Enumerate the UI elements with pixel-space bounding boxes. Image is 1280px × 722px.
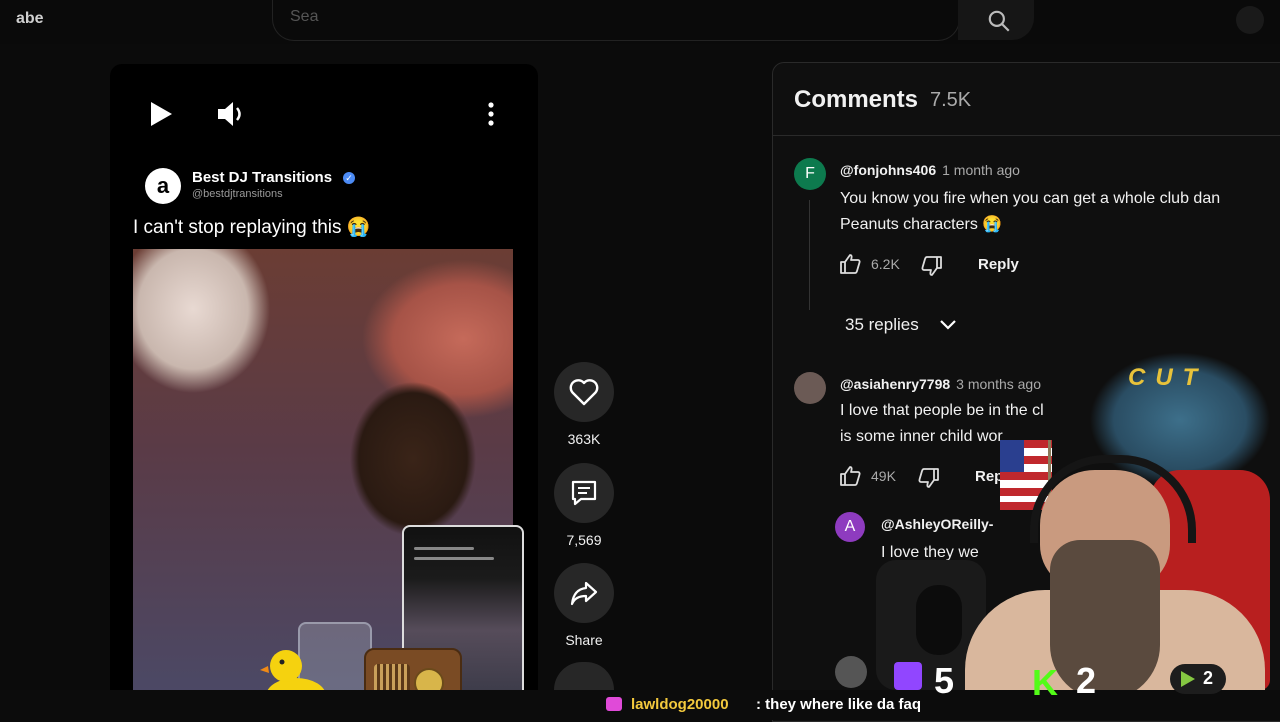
- pip-text-line: [414, 557, 494, 560]
- divider: [773, 135, 1280, 136]
- chevron-down-icon[interactable]: [938, 317, 958, 333]
- show-replies-button[interactable]: 35 replies: [845, 315, 919, 335]
- twitch-icon: [894, 662, 922, 690]
- comment-count: 7,569: [566, 532, 602, 548]
- share-icon: [570, 581, 598, 606]
- comment-text: is some inner child wor: [840, 428, 1003, 445]
- comments-button[interactable]: [554, 463, 614, 523]
- comment-text: I love that people be in the cl: [840, 402, 1044, 419]
- cut-logo-text: CUT: [1128, 364, 1208, 391]
- kick-icon: K: [1032, 662, 1058, 703]
- search-input[interactable]: [272, 0, 960, 41]
- channel-handle: @bestdjtransitions: [192, 188, 283, 200]
- comment-icon: [571, 480, 597, 506]
- comment-time: 3 months ago: [956, 376, 1042, 392]
- comments-count: 7.5K: [930, 89, 972, 111]
- share-label: Share: [565, 632, 603, 648]
- comment-text: You know you fire when you can get a who…: [840, 190, 1221, 207]
- streamer-beard: [1050, 540, 1160, 700]
- thread-line: [809, 200, 810, 310]
- comment-time: 1 month ago: [942, 162, 1020, 178]
- like-button[interactable]: [554, 362, 614, 422]
- comments-title: Comments: [794, 86, 919, 113]
- thumbs-up-icon[interactable]: [838, 464, 862, 488]
- microphone: [916, 585, 962, 655]
- reply-button[interactable]: Reply: [978, 256, 1019, 273]
- share-button[interactable]: [554, 563, 614, 623]
- channel-avatar[interactable]: a: [145, 168, 181, 204]
- comment-like-count: 49K: [871, 468, 896, 484]
- comment-author[interactable]: @fonjohns406 1 month ago: [840, 162, 1020, 178]
- account-icon[interactable]: [1236, 6, 1264, 34]
- remix-button[interactable]: [554, 662, 614, 690]
- search-placeholder: Sea: [290, 8, 319, 25]
- reply-author[interactable]: @AshleyOReilly-: [881, 516, 993, 532]
- verified-badge-icon: ✓: [343, 172, 355, 184]
- rumble-play-icon: [1181, 671, 1195, 687]
- twitch-viewer-count: 5: [934, 660, 955, 701]
- comment-avatar[interactable]: F: [794, 158, 826, 190]
- rumble-viewer-count: 2: [1203, 668, 1214, 688]
- kick-viewer-count: 2: [1076, 660, 1097, 701]
- comment-like-count: 6.2K: [871, 256, 900, 272]
- comment-author[interactable]: @asiahenry7798 3 months ago: [840, 376, 1041, 392]
- reply-avatar[interactable]: A: [835, 512, 865, 542]
- short-caption: I can't stop replaying this 😭: [133, 217, 371, 238]
- chat-heart-icon: [606, 697, 622, 711]
- channel-name[interactable]: Best DJ Transitions: [192, 169, 332, 186]
- rumble-badge: 2: [1170, 664, 1226, 694]
- comment-avatar[interactable]: [835, 656, 867, 688]
- heart-icon: [569, 379, 599, 406]
- thumbs-down-icon[interactable]: [917, 466, 941, 490]
- pip-text-line: [414, 547, 474, 550]
- like-count: 363K: [567, 431, 601, 447]
- thumbs-up-icon[interactable]: [838, 252, 862, 276]
- chat-username: lawldog20000: [631, 696, 729, 713]
- comment-avatar[interactable]: [794, 372, 826, 404]
- play-icon[interactable]: [148, 100, 174, 128]
- site-logo[interactable]: abe: [16, 10, 44, 28]
- more-options-icon[interactable]: [484, 100, 498, 128]
- thumbs-down-icon[interactable]: [920, 254, 944, 278]
- comment-text: Peanuts characters 😭: [840, 216, 1003, 233]
- search-icon[interactable]: [986, 8, 1012, 34]
- volume-icon[interactable]: [214, 98, 246, 130]
- chat-message: : they where like da faq: [756, 696, 922, 713]
